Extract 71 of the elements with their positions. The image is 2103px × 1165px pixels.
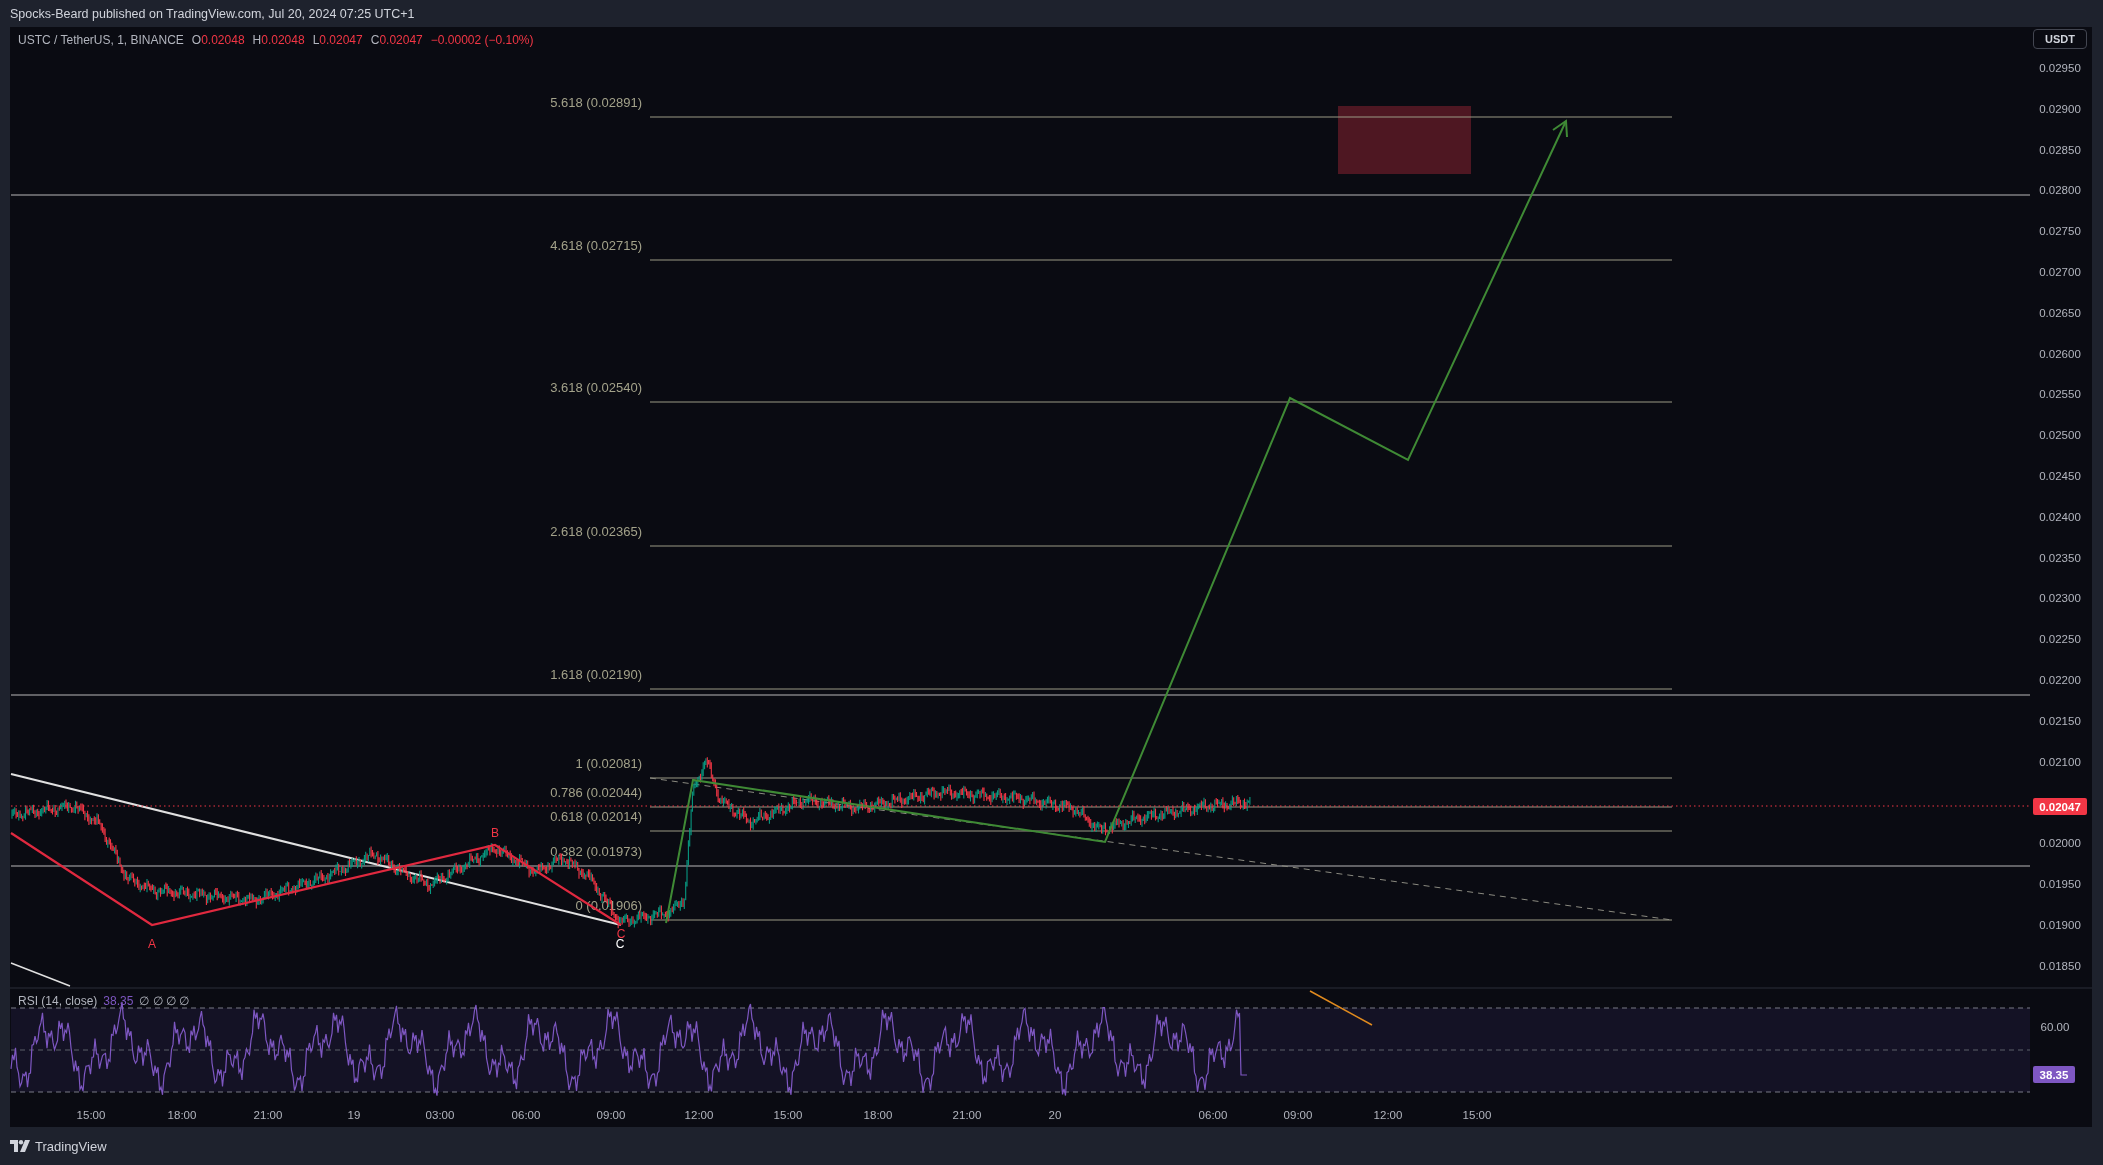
- rsi-extras: ∅ ∅ ∅ ∅: [139, 994, 190, 1008]
- time-axis-label: 06:00: [511, 1109, 541, 1121]
- price-change: −0.00002 (−0.10%): [430, 33, 534, 47]
- rsi-value: 38.35: [103, 994, 134, 1008]
- price-axis-label: 0.02700: [2039, 266, 2081, 278]
- rsi-axis-label: 60.00: [2040, 1021, 2070, 1033]
- time-axis-label: 12:00: [684, 1109, 714, 1121]
- price-axis-label: 0.02800: [2039, 184, 2081, 197]
- publish-info: Spocks-Beard published on TradingView.com, Jul 20, 2024 07:25 UTC+1: [10, 6, 415, 21]
- rsi-value-tag: 38.35: [2033, 1066, 2075, 1083]
- time-axis-label: 06:00: [1198, 1109, 1228, 1121]
- ohlc-value: 0.02047: [379, 33, 423, 47]
- price-axis-label: 0.02750: [2039, 225, 2081, 238]
- ohlc-label: O: [191, 33, 202, 47]
- fib-level-label: 4.618 (0.02715): [550, 238, 642, 253]
- wave-label: B: [491, 826, 499, 840]
- ohlc-label: H: [252, 33, 262, 47]
- brand-name[interactable]: TradingView: [35, 1138, 107, 1154]
- time-axis-label: 19: [347, 1109, 361, 1121]
- fib-level-label: 1.618 (0.02190): [550, 667, 642, 682]
- price-axis-label: 0.01950: [2039, 878, 2081, 890]
- fib-level-label: 0.618 (0.02014): [550, 809, 642, 824]
- fib-level-label: 2.618 (0.02365): [550, 524, 642, 539]
- price-axis-label: 0.02650: [2039, 306, 2081, 319]
- time-axis-label: 18:00: [863, 1109, 893, 1121]
- logo-icon[interactable]: [10, 1140, 30, 1152]
- ohlc-label: L: [312, 33, 320, 47]
- fib-level-label: 1 (0.02081): [575, 756, 642, 771]
- trend-line: [1309, 990, 1373, 1026]
- fib-level-label: 0.382 (0.01973): [550, 844, 642, 859]
- time-axis-label: 18:00: [167, 1109, 197, 1121]
- price-axis-label: 0.02450: [2039, 470, 2081, 482]
- ohlc-label: C: [370, 33, 380, 47]
- price-axis-label: 0.01900: [2039, 918, 2081, 931]
- symbol-info: USTC / TetherUS, 1, BINANCE: [18, 33, 184, 47]
- ohlc-value: 0.02047: [319, 33, 363, 47]
- rsi-title: RSI (14, close): [18, 994, 98, 1008]
- currency-button[interactable]: USDT: [2033, 29, 2087, 49]
- price-axis-label: 0.02100: [2039, 755, 2081, 768]
- price-axis-label: 0.02300: [2039, 592, 2081, 605]
- time-axis-label: 15:00: [1462, 1109, 1492, 1121]
- price-axis-label: 0.02600: [2039, 347, 2081, 360]
- price-axis-label: 0.02850: [2039, 143, 2081, 156]
- time-axis-label: 20: [1048, 1109, 1062, 1121]
- fib-level-label: 3.618 (0.02540): [550, 380, 642, 395]
- price-axis-label: 0.02250: [2039, 633, 2081, 646]
- price-axis-label: 0.02400: [2039, 510, 2081, 523]
- wave-label: A: [148, 937, 156, 951]
- ohlc-value: 0.02048: [261, 33, 305, 47]
- time-axis-label: 03:00: [425, 1109, 455, 1121]
- price-axis-label: 0.02500: [2039, 429, 2081, 442]
- price-tag: 0.02047: [2033, 798, 2087, 815]
- price-axis-label: 0.02350: [2039, 551, 2081, 564]
- price-axis-label: 0.02200: [2039, 674, 2081, 686]
- time-axis-label: 21:00: [253, 1109, 283, 1121]
- time-axis-label: 12:00: [1373, 1109, 1403, 1121]
- price-axis-label: 0.02900: [2039, 102, 2081, 115]
- time-axis-label: 15:00: [773, 1109, 803, 1121]
- fib-level-label: 0.786 (0.02044): [550, 785, 642, 800]
- price-axis-label: 0.02950: [2039, 62, 2081, 74]
- trend-line: [10, 962, 71, 987]
- price-axis-label: 0.01850: [2039, 959, 2081, 972]
- price-axis-label: 0.02550: [2039, 388, 2081, 401]
- time-axis-label: 09:00: [1283, 1109, 1313, 1121]
- price-axis-label: 0.02000: [2039, 837, 2081, 850]
- time-axis-label: 21:00: [952, 1109, 982, 1121]
- time-axis-label: 15:00: [76, 1109, 106, 1121]
- fib-level-label: 5.618 (0.02891): [550, 95, 642, 110]
- time-axis-label: 09:00: [596, 1109, 626, 1121]
- price-axis-label: 0.02150: [2039, 714, 2081, 727]
- ohlc-value: 0.02048: [201, 33, 245, 47]
